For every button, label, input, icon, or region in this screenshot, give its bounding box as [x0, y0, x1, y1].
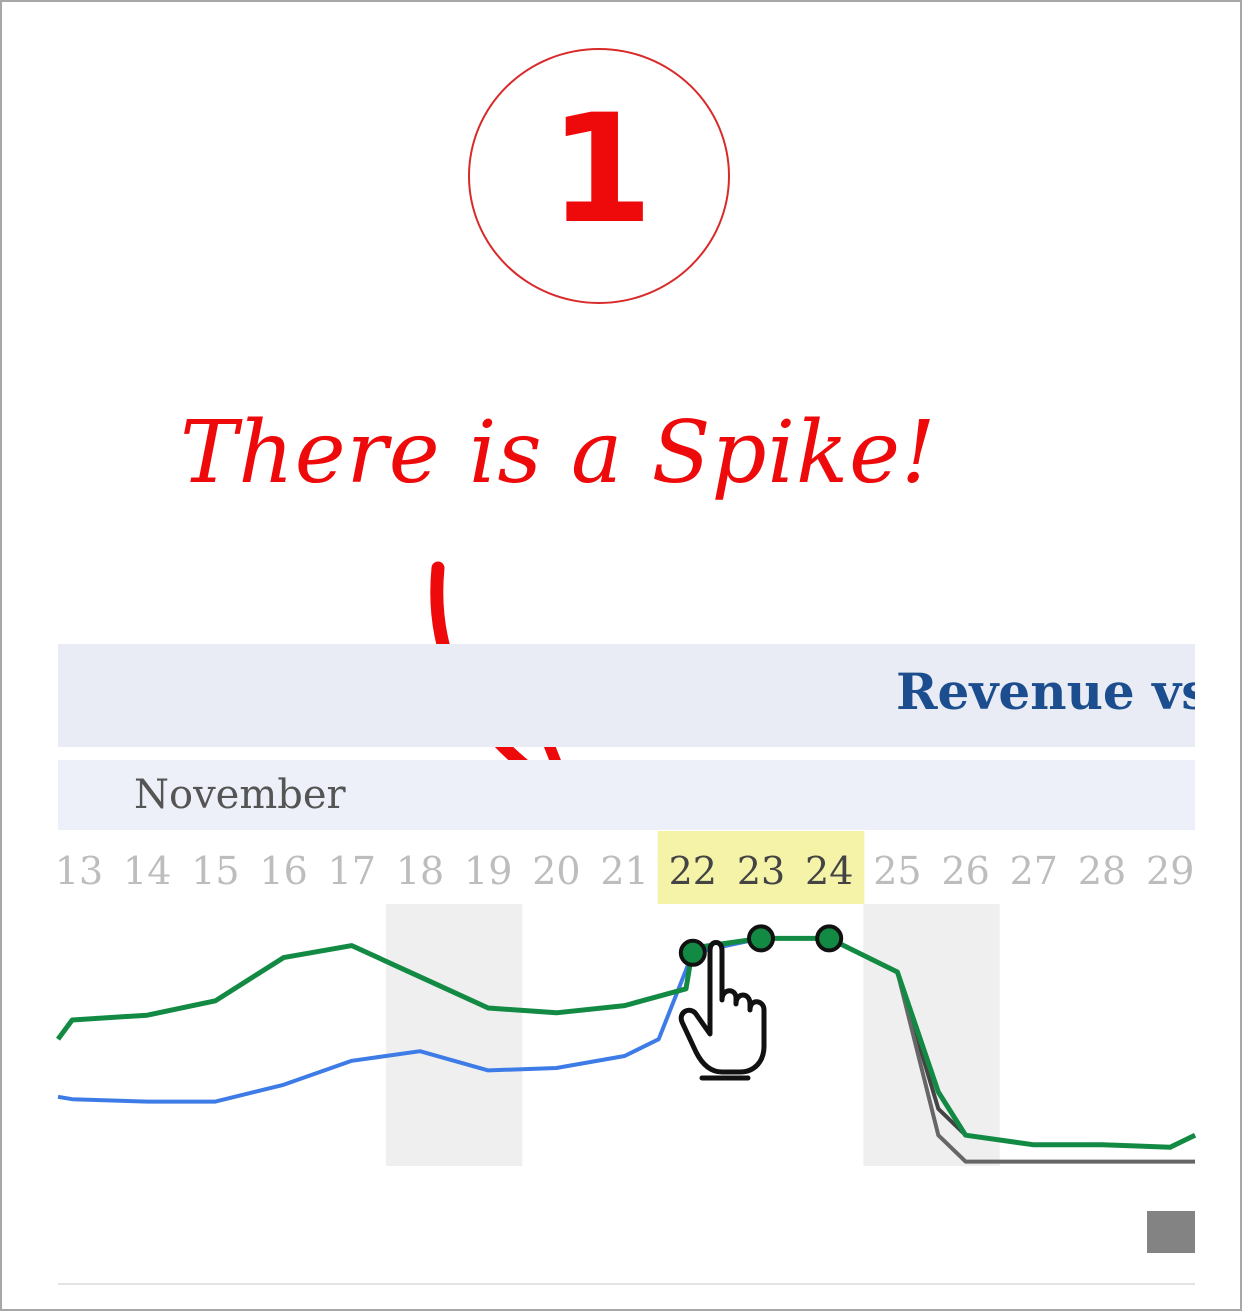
x-tick-label: 13	[55, 849, 103, 893]
weekend-band	[863, 904, 1000, 1166]
x-tick-label: 21	[600, 849, 648, 893]
data-point[interactable]	[747, 924, 775, 953]
bottom-divider	[58, 1283, 1195, 1285]
x-tick-labels: 13 14 15 16 17 18 19 20 21 22 23 24 25 26 27 28 29	[55, 849, 1195, 893]
x-tick-label: 27	[1010, 849, 1058, 893]
series-lines	[55, 935, 1197, 1164]
x-tick-label: 20	[532, 849, 580, 893]
x-tick-label: 15	[191, 849, 239, 893]
data-point[interactable]	[678, 938, 707, 967]
x-tick-label: 14	[123, 849, 171, 893]
x-tick-label: 18	[396, 849, 444, 893]
x-tick-label: 19	[464, 849, 512, 893]
x-tick-label: 16	[259, 849, 307, 893]
x-tick-label: 17	[328, 849, 376, 893]
x-tick-label: 24	[805, 849, 853, 893]
weekend-band	[385, 904, 523, 1166]
x-tick-label: 29	[1146, 849, 1194, 893]
x-tick-label: 26	[941, 849, 989, 893]
legend-swatch	[1147, 1211, 1195, 1253]
line-chart: 13 14 15 16 17 18 19 20 21 22 23 24 25 26 27 28 29	[55, 831, 1197, 1166]
data-point[interactable]	[815, 924, 844, 953]
x-tick-label: 28	[1078, 849, 1126, 893]
x-tick-label: 23	[737, 849, 785, 893]
series-line	[55, 935, 1197, 1150]
x-tick-label: 25	[873, 849, 921, 893]
x-tick-label: 22	[669, 849, 717, 893]
